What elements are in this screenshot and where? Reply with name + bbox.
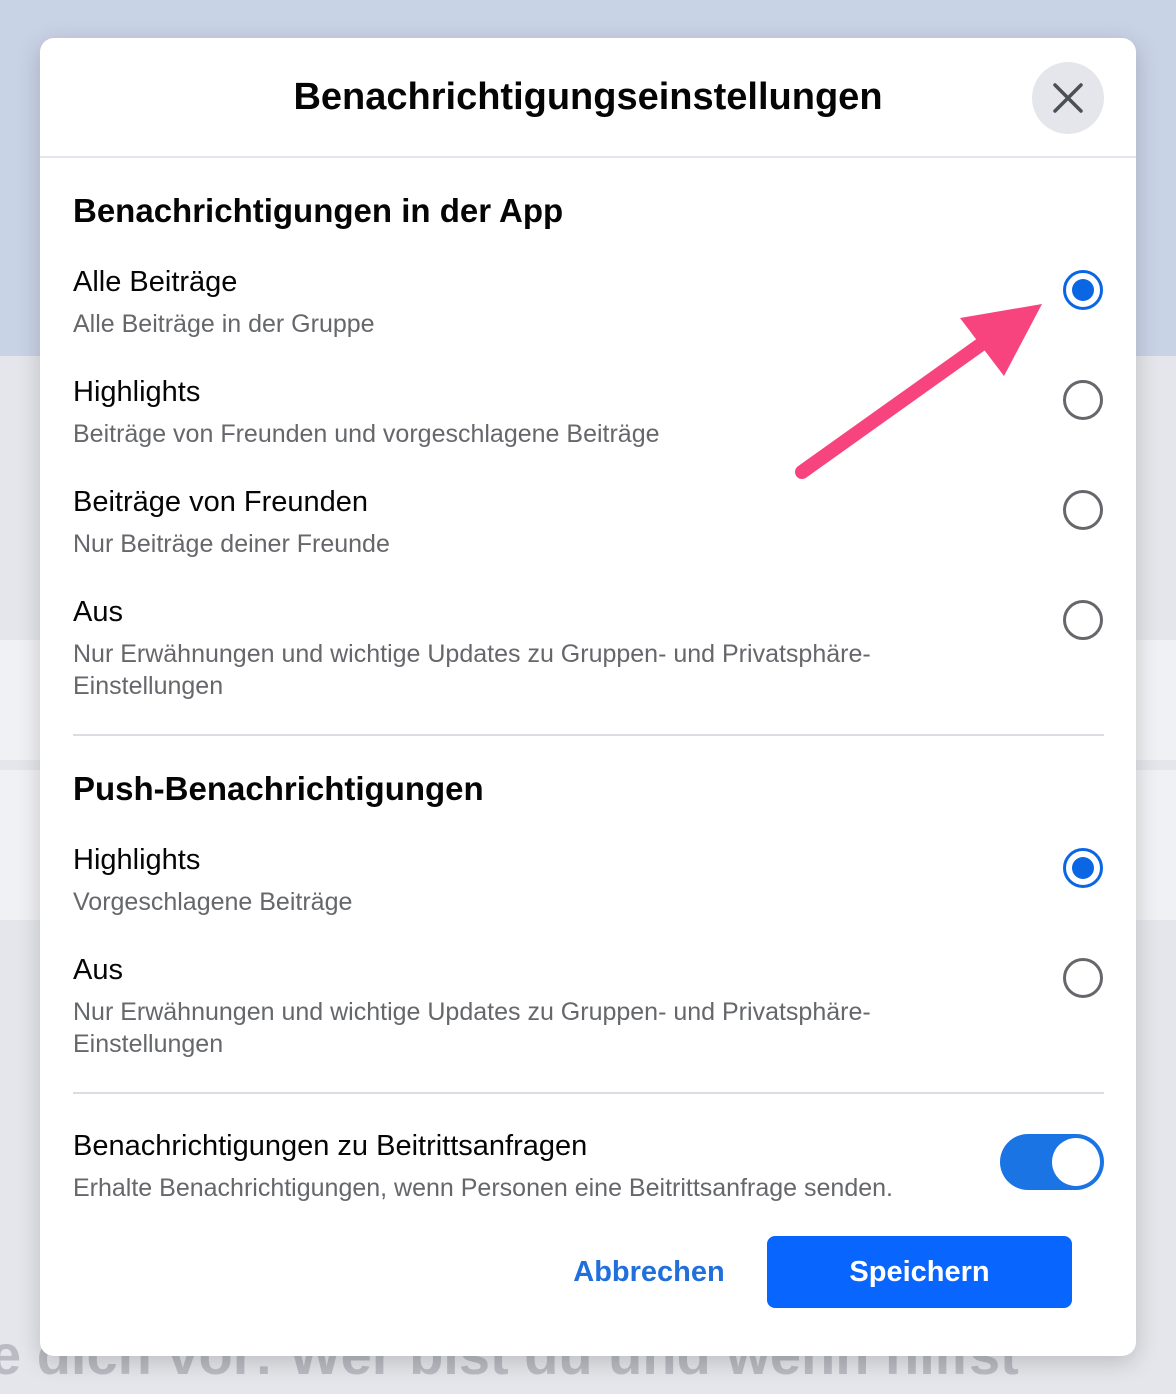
option-title: Highlights (73, 844, 201, 876)
save-button[interactable]: Speichern (767, 1236, 1072, 1308)
radio-all-posts[interactable] (1063, 270, 1103, 310)
option-title: Highlights (73, 376, 201, 408)
option-title: Aus (73, 596, 123, 628)
push-heading: Push-Benachrichtigungen (73, 770, 484, 807)
dialog-title: Benachrichtigungseinstellungen (293, 76, 883, 118)
section-divider (73, 1092, 1104, 1094)
cancel-button[interactable]: Abbrechen (550, 1236, 748, 1308)
option-description: Nur Erwähnungen und wichtige Updates zu … (73, 998, 871, 1058)
radio-friends-posts[interactable] (1063, 490, 1103, 530)
dialog-header: Benachrichtigungseinstellungen (40, 38, 1136, 158)
radio-push-off[interactable] (1063, 958, 1103, 998)
join-requests-description: Erhalte Benachrichtigungen, wenn Persone… (73, 1174, 893, 1202)
option-description: Nur Erwähnungen und wichtige Updates zu … (73, 640, 871, 700)
radio-push-highlights[interactable] (1063, 848, 1103, 888)
join-requests-toggle[interactable] (1000, 1134, 1104, 1190)
radio-highlights[interactable] (1063, 380, 1103, 420)
in-app-heading: Benachrichtigungen in der App (73, 192, 564, 229)
section-divider (73, 734, 1104, 736)
option-description: Vorgeschlagene Beiträge (73, 888, 353, 916)
radio-off[interactable] (1063, 600, 1103, 640)
option-title: Aus (73, 954, 123, 986)
option-title: Alle Beiträge (73, 266, 238, 298)
toggle-knob (1052, 1138, 1100, 1186)
annotation-arrow-icon (795, 304, 1042, 479)
join-requests-title: Benachrichtigungen zu Beitrittsanfragen (73, 1130, 588, 1162)
option-description: Nur Beiträge deiner Freunde (73, 530, 390, 558)
close-button[interactable] (1032, 62, 1104, 134)
notification-settings-dialog: Benachrichtigungseinstellungen Benachric… (40, 38, 1136, 1356)
option-title: Beiträge von Freunden (73, 486, 369, 518)
close-icon (1053, 83, 1083, 113)
